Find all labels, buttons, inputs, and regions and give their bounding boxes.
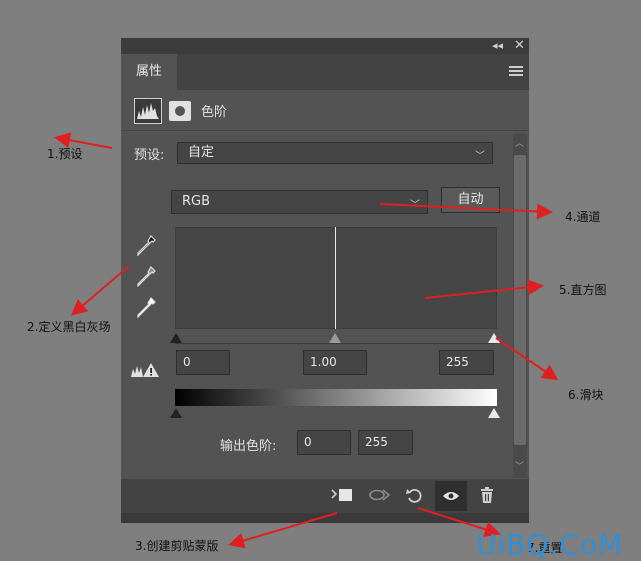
arrow-preset <box>54 132 113 149</box>
arrow-eyedroppers <box>70 265 130 316</box>
arrow-clip <box>228 512 338 549</box>
arrow-histogram <box>424 279 544 299</box>
arrow-channel <box>379 203 553 220</box>
watermark-logo: UiBQ.CoM <box>476 528 624 561</box>
arrow-slider <box>495 337 559 381</box>
annotation-arrows <box>54 132 559 549</box>
